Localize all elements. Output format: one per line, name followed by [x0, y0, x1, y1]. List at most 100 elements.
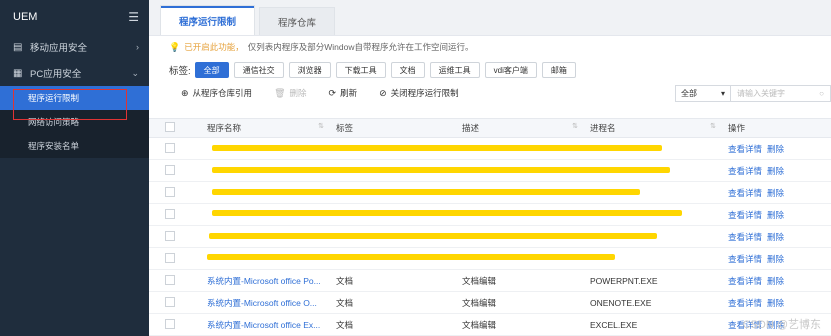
- submenu-install-list[interactable]: 程序安装名单: [0, 134, 149, 158]
- redaction-bar: [212, 189, 640, 195]
- sort-icon: ⇅: [710, 123, 716, 130]
- row-select: [149, 269, 201, 292]
- table-row[interactable]: 系统内置-Microsoft office Po... 文档 文档编辑 POWERPN…: [149, 269, 831, 292]
- row-checkbox[interactable]: [165, 274, 175, 285]
- program-process: ONENOTE.EXE: [584, 291, 722, 314]
- row-checkbox[interactable]: [165, 318, 175, 329]
- header-select: [149, 118, 201, 138]
- redaction-bar: [212, 210, 682, 216]
- program-name[interactable]: 系统内置-Microsoft office Po...: [201, 269, 330, 292]
- delete-link[interactable]: 删除: [767, 232, 784, 242]
- chip-all[interactable]: 全部: [194, 62, 229, 78]
- table-row[interactable]: 系统内置-Microsoft office Ex... 文档 文档编辑 EXCEL.E…: [149, 313, 831, 336]
- row-actions: 查看详情 删除: [722, 181, 831, 204]
- filter-select[interactable]: 全部 ▾: [675, 85, 731, 102]
- view-detail-link[interactable]: 查看详情: [728, 210, 762, 220]
- row-checkbox[interactable]: [165, 296, 175, 307]
- notice-text: 仅列表内程序及部分Window自带程序允许在工作空间运行。: [247, 42, 474, 52]
- brand-bar: UEM ☰: [0, 0, 149, 34]
- delete-link[interactable]: 删除: [767, 188, 784, 198]
- chevron-down-icon: ⌄: [131, 67, 139, 78]
- add-from-repo-button[interactable]: ⊕ 从程序仓库引用: [181, 87, 252, 99]
- close-restriction-button[interactable]: ⊘ 关闭程序运行限制: [379, 87, 459, 99]
- row-checkbox[interactable]: [165, 230, 175, 241]
- row-actions: 查看详情 删除: [722, 291, 831, 314]
- view-detail-link[interactable]: 查看详情: [728, 188, 762, 198]
- chip-social[interactable]: 通信社交: [233, 62, 284, 78]
- delete-button[interactable]: 🗑 删除: [274, 87, 306, 99]
- program-name[interactable]: 系统内置-Microsoft office O...: [201, 291, 330, 314]
- delete-link[interactable]: 删除: [767, 254, 784, 264]
- header-process[interactable]: 进程名 ⇅: [584, 118, 722, 138]
- menu-label: PC应用安全: [30, 69, 82, 80]
- view-detail-link[interactable]: 查看详情: [728, 298, 762, 308]
- delete-link[interactable]: 删除: [767, 276, 784, 286]
- chip-document[interactable]: 文档: [390, 62, 425, 78]
- delete-link[interactable]: 删除: [767, 298, 784, 308]
- program-desc: 文档编辑: [456, 269, 584, 292]
- menu-pc-app-security[interactable]: ▦ PC应用安全 ⌄: [0, 60, 149, 86]
- view-detail-link[interactable]: 查看详情: [728, 232, 762, 242]
- sort-icon: ⇅: [572, 123, 578, 130]
- row-select: [149, 247, 201, 270]
- chip-vdi[interactable]: vdi客户端: [484, 62, 537, 78]
- main-content: 程序运行限制 程序仓库 💡 已开启此功能， 仅列表内程序及部分Window自带程…: [149, 0, 831, 336]
- plus-circle-icon: ⊕: [181, 87, 189, 98]
- menu-label: 移动应用安全: [30, 43, 88, 54]
- tab-bar: 程序运行限制 程序仓库: [149, 0, 831, 36]
- bulb-icon: 💡: [169, 41, 181, 52]
- row-checkbox[interactable]: [165, 164, 175, 175]
- header-name[interactable]: 程序名称 ⇅: [201, 118, 330, 138]
- program-name[interactable]: 系统内置-Microsoft office Ex...: [201, 313, 330, 336]
- delete-link[interactable]: 删除: [767, 144, 784, 154]
- header-label: 进程名: [590, 123, 616, 133]
- row-actions: 查看详情 删除: [722, 225, 831, 248]
- filter-label: 标签:: [169, 66, 191, 77]
- chip-browser[interactable]: 浏览器: [288, 62, 331, 78]
- header-label: 程序名称: [207, 123, 242, 133]
- program-tag: 文档: [330, 313, 456, 336]
- row-select: [149, 291, 201, 314]
- tab-run-restriction[interactable]: 程序运行限制: [160, 5, 256, 35]
- tab-program-repo[interactable]: 程序仓库: [259, 7, 336, 35]
- header-actions: 操作: [722, 118, 831, 138]
- row-checkbox[interactable]: [165, 208, 175, 219]
- chevron-right-icon: ›: [136, 42, 139, 52]
- row-checkbox[interactable]: [165, 142, 175, 153]
- table-row[interactable]: 系统内置-Microsoft office O... 文档 文档编辑 ONENOTE.…: [149, 291, 831, 314]
- program-desc: 文档编辑: [456, 313, 584, 336]
- sort-icon: ⇅: [318, 123, 324, 130]
- notice-bar: 💡 已开启此功能， 仅列表内程序及部分Window自带程序允许在工作空间运行。: [149, 36, 831, 58]
- refresh-button[interactable]: ⟳ 刷新: [329, 87, 358, 99]
- delete-link[interactable]: 删除: [767, 210, 784, 220]
- program-desc: 文档编辑: [456, 291, 584, 314]
- search-icon: ○: [819, 89, 824, 98]
- watermark: CSDN @艺博东: [742, 319, 821, 331]
- ban-icon: ⊘: [379, 87, 387, 98]
- chip-download[interactable]: 下载工具: [335, 62, 386, 78]
- select-all-checkbox[interactable]: [165, 122, 175, 132]
- delete-link[interactable]: 删除: [767, 166, 784, 176]
- row-select: [149, 181, 201, 204]
- program-process: POWERPNT.EXE: [584, 269, 722, 292]
- view-detail-link[interactable]: 查看详情: [728, 144, 762, 154]
- row-actions: 查看详情 删除: [722, 159, 831, 182]
- menu-collapse-icon[interactable]: ☰: [128, 10, 139, 24]
- chip-ops[interactable]: 运维工具: [429, 62, 480, 78]
- search-group: 全部 ▾ 请输入关键字 ○: [675, 85, 831, 102]
- view-detail-link[interactable]: 查看详情: [728, 166, 762, 176]
- menu-mobile-app-security[interactable]: ▤ 移动应用安全 ›: [0, 34, 149, 60]
- row-actions: 查看详情 删除: [722, 247, 831, 270]
- chip-mail[interactable]: 邮箱: [541, 62, 576, 78]
- row-actions: 查看详情 删除: [722, 203, 831, 226]
- view-detail-link[interactable]: 查看详情: [728, 276, 762, 286]
- header-desc[interactable]: 描述 ⇅: [456, 118, 584, 138]
- search-input[interactable]: 请输入关键字 ○: [731, 85, 831, 102]
- view-detail-link[interactable]: 查看详情: [728, 254, 762, 264]
- row-select: [149, 137, 201, 160]
- header-label: 操作: [728, 123, 746, 133]
- row-select: [149, 225, 201, 248]
- row-checkbox[interactable]: [165, 252, 175, 263]
- refresh-label: 刷新: [340, 88, 358, 98]
- row-checkbox[interactable]: [165, 186, 175, 197]
